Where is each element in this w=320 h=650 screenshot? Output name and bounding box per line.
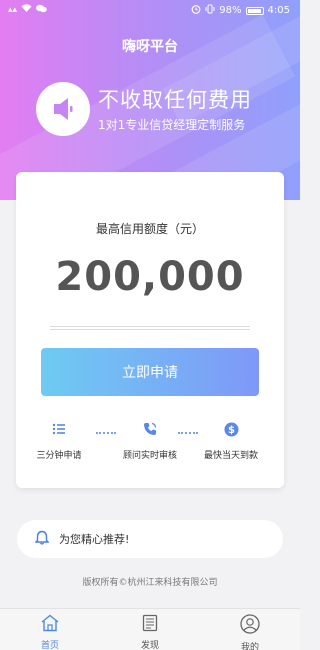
step-label: 顾问实时审核 <box>122 451 177 461</box>
clock: 4:05 <box>267 5 290 16</box>
tab-home[interactable]: 首页 <box>0 609 100 650</box>
list-icon <box>14 418 104 440</box>
promo-title: 不收取任何费用 <box>98 88 252 112</box>
document-icon <box>141 614 159 636</box>
chat-icon <box>36 4 47 16</box>
tab-mine[interactable]: 我的 <box>200 609 300 650</box>
copyright-text: 版权所有©杭州江来科技有限公司 <box>82 578 218 588</box>
step-label: 最快当天到款 <box>203 451 258 461</box>
step-label: 三分钟申请 <box>36 451 82 461</box>
step-apply: 三分钟申请 <box>14 418 104 461</box>
recommend-text: 为您精心推荐! <box>59 533 130 546</box>
loan-card: 最高信用额度（元） 200,000 立即申请 三分钟申请 顾问实时审核 $ 最快… <box>16 172 284 488</box>
status-bar: ▴▴ 98% 4:05 <box>0 0 300 20</box>
process-steps: 三分钟申请 顾问实时审核 $ 最快当天到款 <box>16 418 284 468</box>
promo-subtitle: 1对1专业信贷经理定制服务 <box>98 118 246 132</box>
battery-icon <box>245 6 264 15</box>
tab-label: 首页 <box>40 641 59 650</box>
credit-limit-amount: 200,000 <box>55 254 245 300</box>
credit-limit-label: 最高信用额度（元） <box>95 222 204 236</box>
hero-banner: ▴▴ 98% 4:05 嗨呀平台 不收取任何费用 1对1专业信贷经理定制服务 <box>0 0 300 200</box>
alarm-icon <box>191 4 201 17</box>
tab-label: 我的 <box>240 643 259 650</box>
user-icon <box>240 614 260 638</box>
speaker-icon <box>36 82 90 136</box>
page-title: 嗨呀平台 <box>122 39 178 55</box>
tab-bar: 首页 发现 我的 <box>0 608 300 650</box>
recommend-banner[interactable]: 为您精心推荐! <box>17 520 283 558</box>
vibrate-icon <box>205 4 215 17</box>
signal-icon: ▴▴ <box>8 5 18 15</box>
home-icon <box>40 614 60 636</box>
battery-percent: 98% <box>219 5 242 16</box>
wifi-icon <box>21 4 32 16</box>
bell-icon <box>34 530 50 549</box>
step-payout: $ 最快当天到款 <box>186 418 276 461</box>
apply-button[interactable]: 立即申请 <box>41 348 259 396</box>
step-review: 顾问实时审核 <box>105 418 195 461</box>
dollar-icon: $ <box>186 418 276 440</box>
svg-text:$: $ <box>228 425 235 436</box>
tab-label: 发现 <box>140 641 159 650</box>
divider <box>50 326 250 330</box>
tab-discover[interactable]: 发现 <box>100 609 200 650</box>
phone-icon <box>105 418 195 440</box>
